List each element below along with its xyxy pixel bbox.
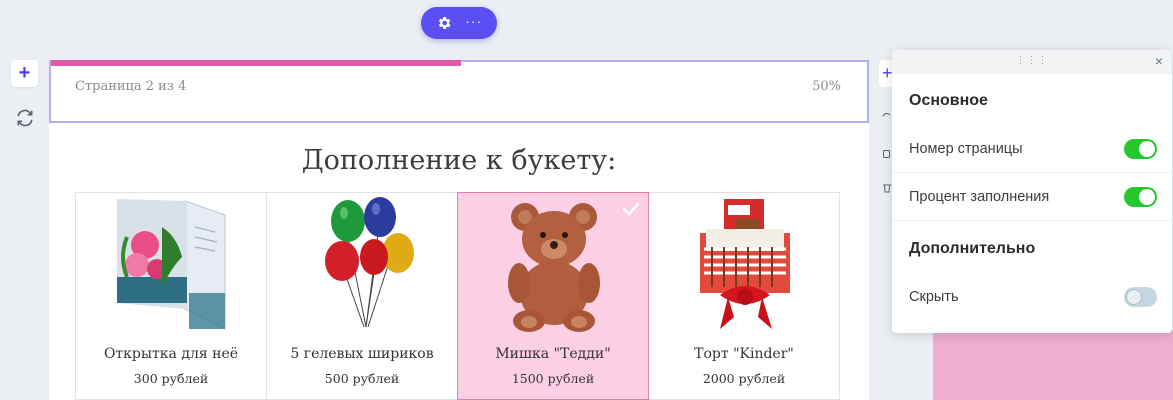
refresh-icon[interactable] xyxy=(11,104,38,131)
add-block-button[interactable]: + xyxy=(11,60,38,87)
section-title: Дополнение к букету: xyxy=(301,145,617,176)
product-name: Открытка для неё xyxy=(103,346,239,362)
page-counter: Страница 2 из 4 xyxy=(75,79,187,94)
greeting-card-image xyxy=(117,199,226,330)
hide-row: Скрыть xyxy=(892,273,1172,321)
page-number-toggle[interactable] xyxy=(1124,138,1157,159)
product-price: 500 рублей xyxy=(324,371,400,386)
drag-handle-icon[interactable]: ⋮⋮⋮ xyxy=(1016,56,1049,66)
add-block-right-button[interactable]: + xyxy=(879,60,893,87)
basic-group-title: Основное xyxy=(909,92,988,109)
product-name: 5 гелевых шириков xyxy=(290,346,434,362)
progress-bar-fill xyxy=(51,60,461,66)
product-grid: Открытка для неё 300 рублей 5 гелевых ши… xyxy=(75,192,843,400)
product-card-greeting-card[interactable]: Открытка для неё 300 рублей xyxy=(75,192,267,400)
product-card-teddy-bear[interactable]: Мишка "Тедди" 1500 рублей xyxy=(457,192,649,400)
kinder-cake-image xyxy=(700,199,790,329)
form-card: Страница 2 из 4 50% Дополнение к букету:… xyxy=(49,60,869,400)
product-price: 1500 рублей xyxy=(511,371,595,386)
product-name: Торт "Kinder" xyxy=(694,346,794,362)
product-card-balloons[interactable]: 5 гелевых шириков 500 рублей xyxy=(266,192,458,400)
product-price: 2000 рублей xyxy=(702,371,786,386)
gear-icon[interactable] xyxy=(436,15,452,31)
fill-percent-toggle[interactable] xyxy=(1124,186,1157,207)
progress-percent: 50% xyxy=(812,79,841,94)
settings-panel: ⋮⋮⋮ × Основное Номер страницы Процент за… xyxy=(892,50,1172,333)
hide-toggle[interactable] xyxy=(1124,287,1157,307)
page-number-row: Номер страницы xyxy=(892,125,1172,173)
fill-percent-row: Процент заполнения xyxy=(892,173,1172,221)
more-dots-icon[interactable]: ··· xyxy=(465,14,482,28)
product-name: Мишка "Тедди" xyxy=(495,346,611,362)
close-icon[interactable]: × xyxy=(1155,54,1163,68)
progress-header[interactable]: Страница 2 из 4 50% xyxy=(49,60,869,123)
product-card-kinder-cake[interactable]: Торт "Kinder" 2000 рублей xyxy=(648,192,840,400)
balloons-image xyxy=(325,197,414,328)
fill-percent-label: Процент заполнения xyxy=(909,188,1050,205)
block-toolbar: ··· xyxy=(421,7,497,39)
product-price: 300 рублей xyxy=(133,371,209,386)
background-pink-block xyxy=(933,330,1173,400)
hide-label: Скрыть xyxy=(909,289,959,305)
teddy-bear-image xyxy=(508,203,600,332)
check-icon xyxy=(622,202,640,216)
extra-group-title: Дополнительно xyxy=(909,240,1036,257)
page-number-label: Номер страницы xyxy=(909,140,1023,157)
panel-header[interactable]: ⋮⋮⋮ × xyxy=(892,50,1172,74)
